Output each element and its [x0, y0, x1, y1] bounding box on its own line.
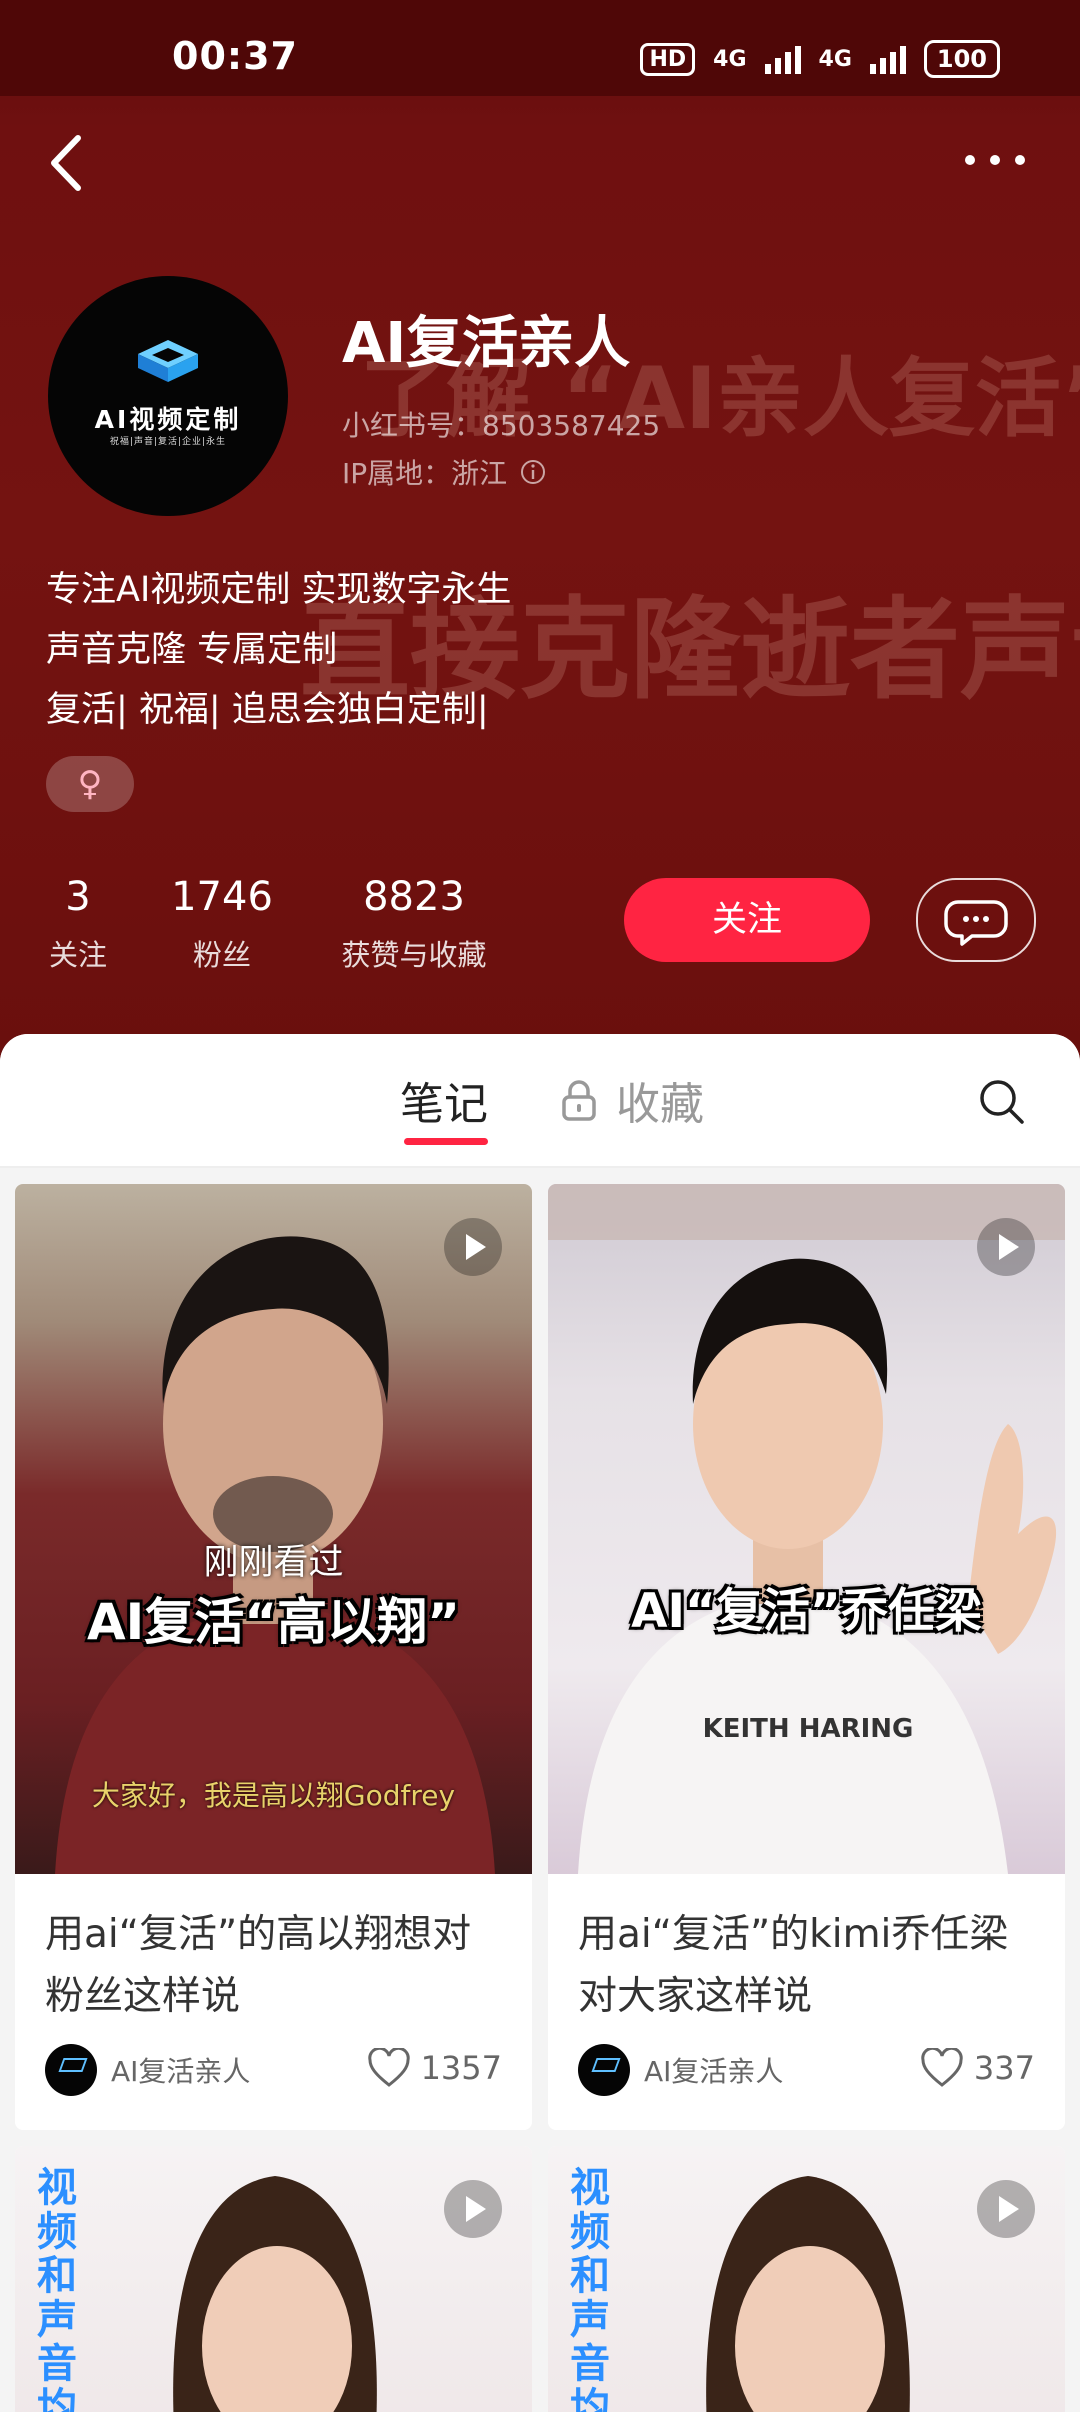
- thumbnail-subtitle: 大家好，我是高以翔Godfrey: [91, 1779, 456, 1812]
- like-count: 337: [973, 2049, 1035, 2087]
- author-name: AI复活亲人: [644, 2055, 784, 2088]
- profile-name: AI复活亲人: [342, 311, 631, 376]
- like-button[interactable]: 337: [920, 2048, 1035, 2088]
- female-icon: ♀: [77, 764, 103, 804]
- note-author[interactable]: AI复活亲人: [578, 2044, 783, 2096]
- bio-line: 专注AI视频定制 实现数字永生: [46, 570, 512, 610]
- battery-icon: 100: [923, 40, 1000, 78]
- video-play-icon: [444, 1218, 502, 1276]
- heart-icon: [921, 2048, 963, 2087]
- note-card[interactable]: 视频和声音均由: [15, 2146, 532, 2412]
- tab-active-indicator: [404, 1138, 488, 1145]
- author-avatar: [578, 2044, 630, 2096]
- back-arrow-icon: [51, 135, 81, 191]
- followers-count: 1746: [171, 874, 273, 920]
- status-time: 00:37: [172, 34, 298, 78]
- tab-collections-label: 收藏: [616, 1079, 704, 1130]
- lock-icon: [562, 1080, 596, 1121]
- info-icon[interactable]: [519, 458, 547, 486]
- gender-badge: ♀: [46, 756, 134, 812]
- avatar-brand-text: AI视频定制: [94, 405, 242, 434]
- tab-collections[interactable]: 收藏: [560, 1068, 704, 1132]
- shirt-print-text: KEITH HARING: [702, 1714, 914, 1744]
- person-illustration: [55, 1236, 495, 1874]
- note-title: 用ai“复活”的高以翔想对粉丝这样说: [45, 1912, 472, 2019]
- recently-viewed-label: 刚刚看过: [203, 1543, 344, 1583]
- video-play-icon: [977, 1218, 1035, 1276]
- note-card[interactable]: 刚刚看过 AI复活“高以翔” 大家好，我是高以翔Godfrey 用ai“复活”的…: [15, 1184, 532, 2130]
- message-button[interactable]: [916, 878, 1036, 962]
- chat-bubble-icon: [944, 900, 1008, 946]
- person-illustration: [548, 1184, 1065, 1874]
- cube-logo-icon: [138, 340, 198, 382]
- video-play-icon: [977, 2180, 1035, 2238]
- stat-likes-collects[interactable]: 8823 获赞与收藏: [326, 872, 502, 974]
- note-thumbnail: AI“复活”乔任梁 KEITH HARING: [548, 1184, 1065, 1874]
- note-author[interactable]: AI复活亲人: [45, 2044, 250, 2096]
- thumbnail-overlay-title: AI复活“高以翔”: [86, 1593, 461, 1651]
- avatar-tagline: 祝福|声音|复活|企业|永生: [109, 437, 227, 447]
- likes-collects-label: 获赞与收藏: [341, 938, 487, 972]
- bio-line: 声音克隆 专属定制: [46, 630, 338, 670]
- note-card[interactable]: AI“复活”乔任梁 KEITH HARING 用ai“复活”的kimi乔任梁对大…: [548, 1184, 1065, 2130]
- network-4g-label-2: 4G: [818, 46, 852, 72]
- bio-line: 复活| 祝福| 追思会独白定制|: [46, 690, 489, 730]
- thumbnail-overlay-title: AI“复活”乔任梁: [631, 1584, 982, 1639]
- search-icon: [980, 1080, 1024, 1124]
- more-dots-icon: [965, 155, 1025, 165]
- profile-id: 小红书号：8503587425: [342, 409, 661, 442]
- avatar[interactable]: AI视频定制 祝福|声音|复活|企业|永生: [48, 276, 288, 516]
- network-4g-label-1: 4G: [713, 46, 747, 72]
- note-title: 用ai“复活”的kimi乔任梁对大家这样说: [578, 1912, 1009, 2019]
- tab-notes[interactable]: 笔记: [400, 1068, 488, 1132]
- tab-bar: 笔记 收藏: [0, 1034, 1080, 1168]
- following-label: 关注: [48, 938, 107, 972]
- follow-button[interactable]: 关注: [624, 878, 870, 962]
- profile-bio: 专注AI视频定制 实现数字永生 声音克隆 专属定制 复活| 祝福| 追思会独白定…: [46, 560, 511, 740]
- likes-collects-count: 8823: [363, 874, 465, 920]
- note-thumbnail: 刚刚看过 AI复活“高以翔” 大家好，我是高以翔Godfrey: [15, 1184, 532, 1874]
- note-thumbnail: 视频和声音均由A: [548, 2146, 1065, 2412]
- note-thumbnail: 视频和声音均由: [15, 2146, 532, 2412]
- like-button[interactable]: 1357: [367, 2048, 502, 2088]
- status-icons: HD 4G 4G 100: [640, 40, 1000, 78]
- more-options-button[interactable]: [960, 140, 1030, 180]
- profile-ip-location: IP属地：浙江: [342, 452, 547, 492]
- signal-icon-2: [869, 44, 906, 74]
- status-bar: 00:37 HD 4G 4G 100: [0, 0, 1080, 96]
- hd-icon: HD: [640, 42, 696, 76]
- ip-location-text: IP属地：浙江: [342, 457, 508, 490]
- author-avatar: [45, 2044, 97, 2096]
- back-button[interactable]: [46, 128, 106, 198]
- like-count: 1357: [420, 2049, 502, 2087]
- signal-icon-1: [764, 44, 801, 74]
- stat-followers[interactable]: 1746 粉丝: [170, 872, 274, 974]
- stat-following[interactable]: 3 关注: [46, 872, 110, 974]
- thumbnail-vertical-text: 视频和声音均由: [37, 2165, 77, 2412]
- heart-icon: [367, 2048, 410, 2087]
- search-button[interactable]: [976, 1076, 1026, 1130]
- followers-label: 粉丝: [192, 938, 251, 972]
- note-card[interactable]: 视频和声音均由A: [548, 2146, 1065, 2412]
- video-play-icon: [444, 2180, 502, 2238]
- author-name: AI复活亲人: [111, 2055, 251, 2088]
- thumbnail-vertical-text: 视频和声音均由A: [570, 2165, 610, 2412]
- following-count: 3: [65, 874, 91, 920]
- content-panel: 笔记 收藏 刚刚看过 AI复活“高以翔” 大家好，我是高以翔Godfrey 用a…: [0, 1034, 1080, 2412]
- top-nav: [0, 120, 1080, 200]
